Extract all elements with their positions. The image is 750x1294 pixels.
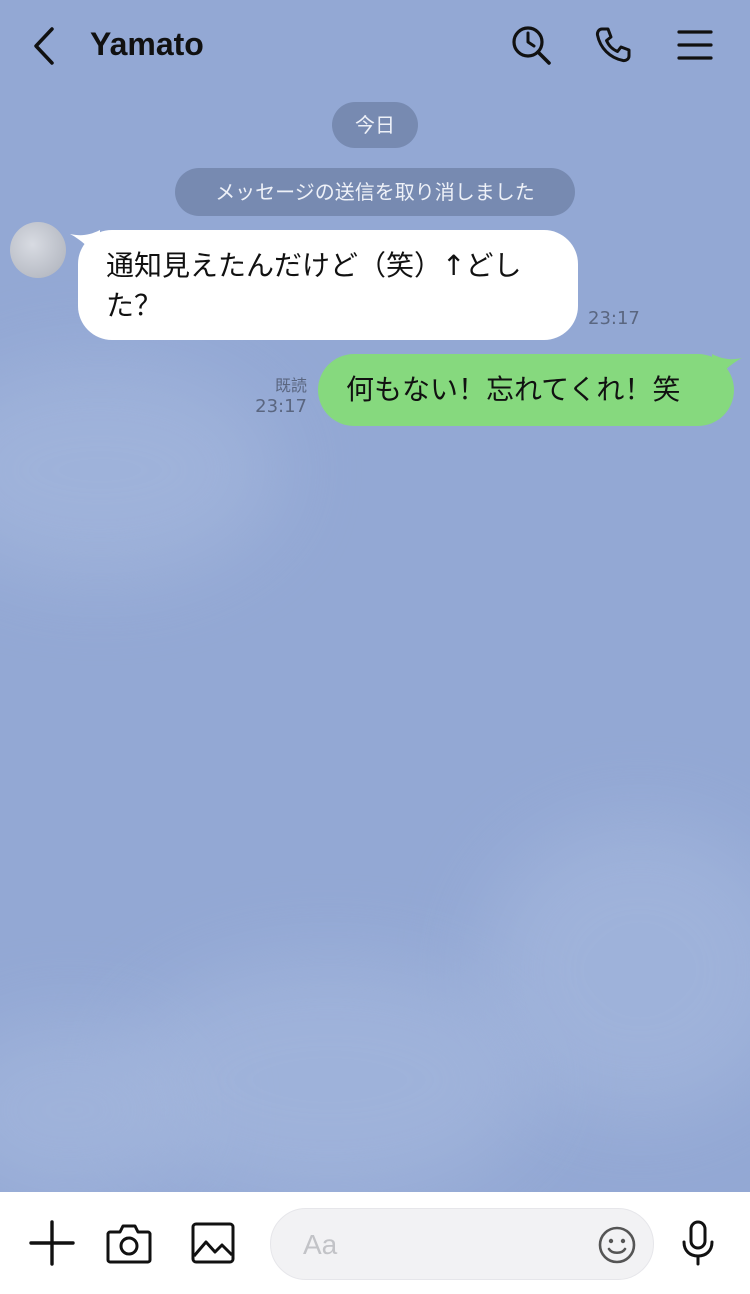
chat-title: Yamato <box>90 26 204 62</box>
camera-button[interactable] <box>104 1218 154 1268</box>
smiley-icon <box>598 1226 636 1264</box>
message-text-line: た？ <box>106 289 163 322</box>
system-message: メッセージの送信を取り消しました <box>175 168 575 216</box>
read-receipt: 既読 <box>274 376 307 395</box>
message-timestamp: 23:17 <box>255 396 307 417</box>
message-input-container <box>270 1208 654 1281</box>
image-button[interactable] <box>188 1218 238 1268</box>
chat-screen: Yamato 今日 メッセージの送信を取り消しました 通知見えたんだけど（笑）↑… <box>0 0 750 1294</box>
camera-icon <box>106 1224 152 1264</box>
menu-button[interactable] <box>672 22 718 68</box>
back-button[interactable] <box>22 24 66 68</box>
date-separator: 今日 <box>332 102 418 148</box>
background-cloud <box>0 360 280 580</box>
message-timestamp: 23:17 <box>588 308 640 329</box>
plus-button[interactable] <box>27 1218 77 1268</box>
message-bubble-incoming[interactable]: 通知見えたんだけど（笑）↑どし た？ <box>78 230 578 340</box>
message-bubble-outgoing[interactable]: 何もない！忘れてくれ！笑 <box>318 354 734 426</box>
search-clock-icon <box>512 26 551 65</box>
message-input[interactable] <box>301 1209 585 1281</box>
message-toolbar <box>0 1192 750 1294</box>
message-text-line: 通知見えたんだけど（笑）↑どし <box>106 249 522 282</box>
phone-icon <box>595 27 631 63</box>
emoji-button[interactable] <box>597 1225 637 1265</box>
chevron-left-icon <box>34 27 54 65</box>
hamburger-menu-icon <box>677 30 713 60</box>
microphone-button[interactable] <box>673 1218 723 1268</box>
plus-icon <box>29 1220 75 1266</box>
avatar[interactable] <box>10 222 66 278</box>
image-icon <box>191 1222 235 1264</box>
call-button[interactable] <box>590 22 636 68</box>
microphone-icon <box>682 1220 714 1266</box>
search-button[interactable] <box>508 22 554 68</box>
chat-header: Yamato <box>0 0 750 90</box>
